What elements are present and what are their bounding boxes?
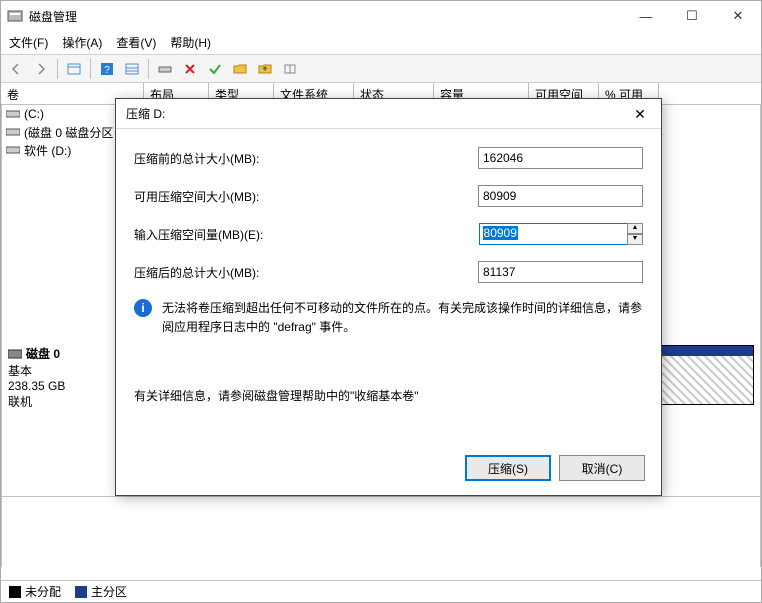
toolbar: ? <box>1 55 761 83</box>
volume-name: (C:) <box>24 107 44 121</box>
label-shrink-amount: 输入压缩空间量(MB)(E): <box>134 226 343 243</box>
label-available: 可用压缩空间大小(MB): <box>134 188 342 205</box>
shrink-dialog: 压缩 D: ✕ 压缩前的总计大小(MB): 可用压缩空间大小(MB): 输入压缩… <box>115 98 662 496</box>
menu-view[interactable]: 查看(V) <box>116 34 156 51</box>
spin-down-button[interactable]: ▼ <box>627 234 643 245</box>
legend-unallocated: 未分配 <box>9 583 61 600</box>
legend-swatch-blue <box>75 586 87 598</box>
drive-icon <box>6 144 20 156</box>
list-button[interactable] <box>121 58 143 80</box>
info-message: i 无法将卷压缩到超出任何不可移动的文件所在的点。有关完成该操作时间的详细信息，… <box>134 299 643 337</box>
maximize-button[interactable]: ☐ <box>669 1 715 31</box>
minimize-button[interactable]: — <box>623 1 669 31</box>
drive-icon <box>6 126 20 138</box>
forward-button[interactable] <box>30 58 52 80</box>
field-total-before: 压缩前的总计大小(MB): <box>134 147 643 169</box>
disk-mgmt-icon <box>7 8 23 24</box>
folder-up-button[interactable] <box>254 58 276 80</box>
folder-button[interactable] <box>229 58 251 80</box>
toolbar-separator <box>90 59 91 79</box>
volume-name: 软件 (D:) <box>24 142 71 159</box>
help-text: 有关详细信息，请参阅磁盘管理帮助中的"收缩基本卷" <box>134 387 643 404</box>
spin-up-button[interactable]: ▲ <box>627 223 643 234</box>
dialog-close-button[interactable]: ✕ <box>619 99 661 129</box>
shrink-button[interactable]: 压缩(S) <box>465 455 551 481</box>
drive-button[interactable] <box>154 58 176 80</box>
delete-button[interactable] <box>179 58 201 80</box>
title-bar: 磁盘管理 — ☐ ✕ <box>1 1 761 31</box>
shrink-amount-input[interactable] <box>479 223 633 245</box>
disk-state: 联机 <box>8 393 110 410</box>
window-controls: — ☐ ✕ <box>623 1 761 31</box>
field-available: 可用压缩空间大小(MB): <box>134 185 643 207</box>
close-button[interactable]: ✕ <box>715 1 761 31</box>
disk-icon <box>8 348 22 360</box>
dialog-body: 压缩前的总计大小(MB): 可用压缩空间大小(MB): 输入压缩空间量(MB)(… <box>116 129 661 404</box>
toolbar-separator <box>148 59 149 79</box>
value-total-after <box>478 261 643 283</box>
disk-name: 磁盘 0 <box>8 345 110 362</box>
drive-icon <box>6 108 20 120</box>
disk-size: 238.35 GB <box>8 379 110 393</box>
help-toolbar-button[interactable]: ? <box>96 58 118 80</box>
view-button[interactable] <box>63 58 85 80</box>
disk-info: 磁盘 0 基本 238.35 GB 联机 <box>2 339 117 496</box>
spacer <box>1 497 761 567</box>
menu-action[interactable]: 操作(A) <box>62 34 102 51</box>
svg-text:?: ? <box>104 65 110 76</box>
field-total-after: 压缩后的总计大小(MB): <box>134 261 643 283</box>
value-available <box>478 185 643 207</box>
legend: 未分配 主分区 <box>1 580 761 602</box>
back-button[interactable] <box>5 58 27 80</box>
label-total-after: 压缩后的总计大小(MB): <box>134 264 342 281</box>
grid-button[interactable] <box>279 58 301 80</box>
partition-stripe <box>658 346 753 356</box>
field-shrink-amount: 输入压缩空间量(MB)(E): 80909 ▲ ▼ <box>134 223 643 245</box>
menu-help[interactable]: 帮助(H) <box>170 34 211 51</box>
toolbar-separator <box>57 59 58 79</box>
value-total-before <box>478 147 643 169</box>
legend-swatch-black <box>9 586 21 598</box>
partition-hatch <box>658 356 753 404</box>
cancel-button[interactable]: 取消(C) <box>559 455 645 481</box>
dialog-buttons: 压缩(S) 取消(C) <box>465 455 645 481</box>
spinner: ▲ ▼ <box>627 223 643 245</box>
info-text: 无法将卷压缩到超出任何不可移动的文件所在的点。有关完成该操作时间的详细信息，请参… <box>162 299 643 337</box>
label-total-before: 压缩前的总计大小(MB): <box>134 150 342 167</box>
legend-primary: 主分区 <box>75 583 127 600</box>
dialog-title: 压缩 D: <box>116 99 661 129</box>
window-title: 磁盘管理 <box>29 8 623 25</box>
volume-name: (磁盘 0 磁盘分区 <box>24 124 113 141</box>
menu-file[interactable]: 文件(F) <box>9 34 48 51</box>
disk-kind: 基本 <box>8 362 110 379</box>
check-button[interactable] <box>204 58 226 80</box>
menu-bar: 文件(F) 操作(A) 查看(V) 帮助(H) <box>1 31 761 55</box>
info-icon: i <box>134 299 152 317</box>
